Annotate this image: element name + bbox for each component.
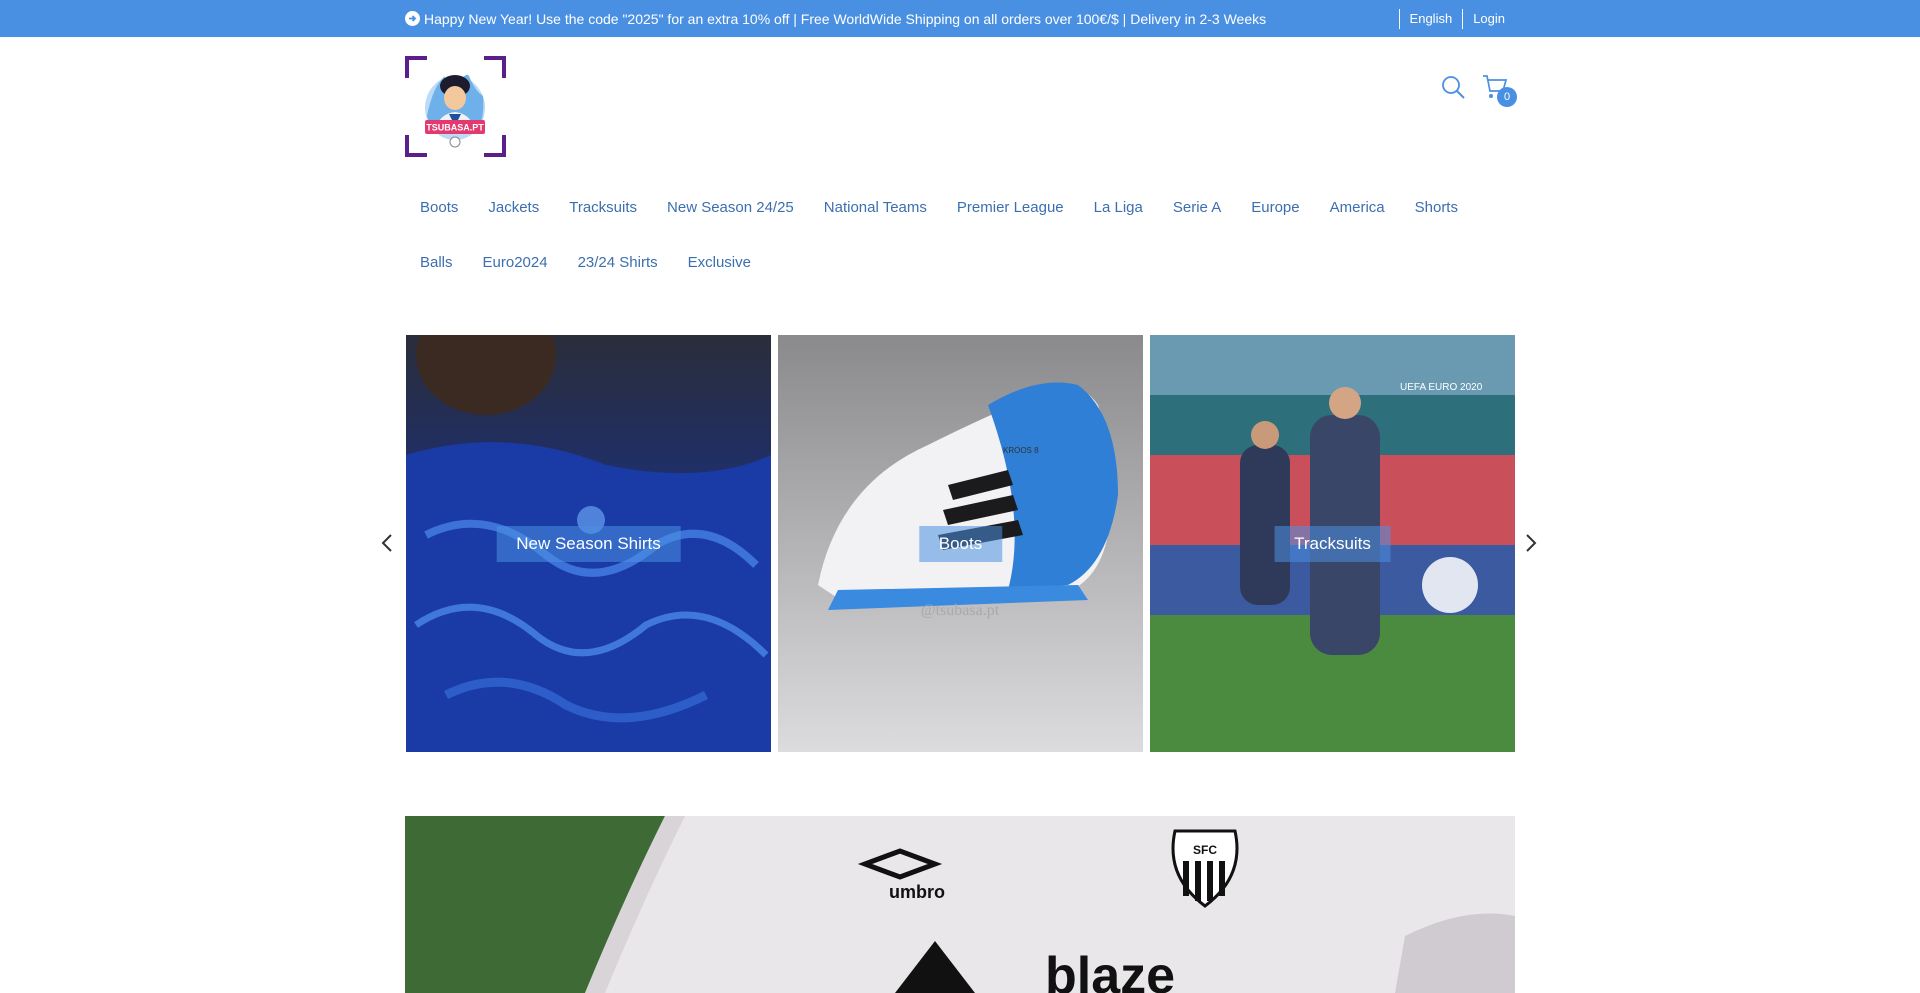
store-logo[interactable]: TSUBASA.PT: [405, 56, 506, 157]
logo-text: TSUBASA.PT: [426, 123, 484, 133]
nav-item-national-teams[interactable]: National Teams: [809, 199, 942, 216]
watermark-text: @tsubasa.pt: [921, 602, 1000, 619]
search-icon[interactable]: [1440, 74, 1467, 101]
nav-item-tracksuits[interactable]: Tracksuits: [554, 199, 652, 216]
category-tile-tracksuits[interactable]: UEFA EURO 2020 Tracksuits: [1150, 335, 1515, 752]
nav-item-jackets[interactable]: Jackets: [473, 199, 554, 216]
nav-item-balls[interactable]: Balls: [405, 254, 468, 271]
chevron-right-icon: [1526, 534, 1537, 552]
banner-sponsor-text: blaze: [1045, 947, 1175, 993]
tile-caption: Boots: [918, 526, 1003, 562]
nav-item-shorts[interactable]: Shorts: [1400, 199, 1473, 216]
announcement: Happy New Year! Use the code "2025" for …: [405, 11, 1266, 27]
main-navigation: Boots Jackets Tracksuits New Season 24/2…: [405, 180, 1515, 290]
language-selector[interactable]: English: [1398, 8, 1463, 29]
cart-count-badge: 0: [1497, 87, 1517, 107]
chevron-left-icon: [381, 534, 392, 552]
nav-item-2324-shirts[interactable]: 23/24 Shirts: [563, 254, 673, 271]
category-carousel: New Season Shirts KROOS 8 @tsubasa.pt Bo…: [370, 335, 1550, 752]
carousel-next-button[interactable]: [1522, 528, 1540, 558]
announcement-bar: Happy New Year! Use the code "2025" for …: [0, 0, 1920, 37]
boot-text: KROOS 8: [1003, 446, 1039, 455]
tile-caption: New Season Shirts: [496, 526, 681, 562]
nav-item-exclusive[interactable]: Exclusive: [673, 254, 766, 271]
category-tile-new-season[interactable]: New Season Shirts: [406, 335, 771, 752]
nav-item-europe[interactable]: Europe: [1236, 199, 1314, 216]
nav-item-america[interactable]: America: [1315, 199, 1400, 216]
tile-caption: Tracksuits: [1274, 526, 1391, 562]
nav-item-new-season[interactable]: New Season 24/25: [652, 199, 809, 216]
nav-item-euro2024[interactable]: Euro2024: [468, 254, 563, 271]
nav-item-boots[interactable]: Boots: [405, 199, 473, 216]
stadium-text: UEFA EURO 2020: [1400, 382, 1483, 393]
arrow-circle-right-icon: [405, 11, 420, 26]
category-tile-boots[interactable]: KROOS 8 @tsubasa.pt Boots: [778, 335, 1143, 752]
hero-banner[interactable]: umbro SFC blaze: [405, 816, 1515, 993]
banner-brand-text: umbro: [889, 882, 945, 902]
banner-crest-text: SFC: [1193, 843, 1217, 857]
nav-item-serie-a[interactable]: Serie A: [1158, 199, 1236, 216]
nav-item-la-liga[interactable]: La Liga: [1079, 199, 1158, 216]
cart-button[interactable]: 0: [1481, 73, 1517, 107]
announcement-text: Happy New Year! Use the code "2025" for …: [424, 10, 1267, 27]
carousel-prev-button[interactable]: [378, 528, 396, 558]
nav-item-premier-league[interactable]: Premier League: [942, 199, 1079, 216]
login-link[interactable]: Login: [1462, 8, 1515, 29]
banner-image: umbro SFC blaze: [405, 816, 1515, 993]
